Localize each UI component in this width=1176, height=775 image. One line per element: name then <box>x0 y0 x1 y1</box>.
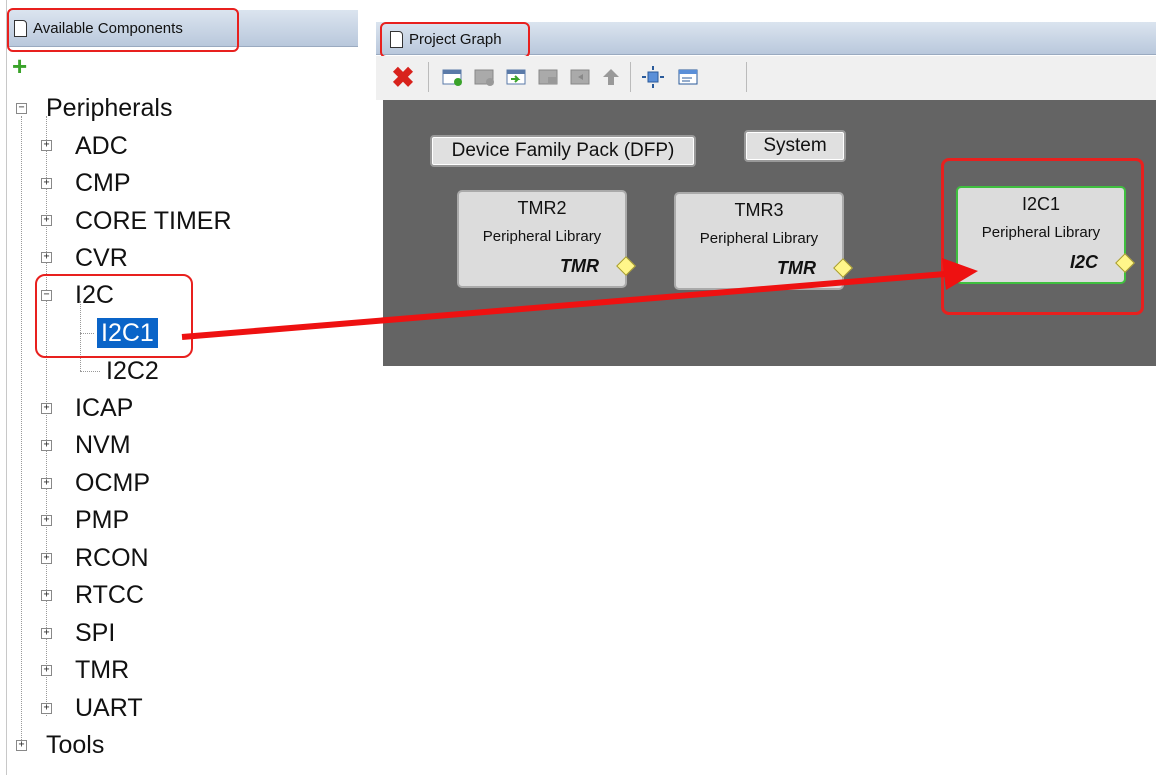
dfp-component[interactable]: Device Family Pack (DFP) <box>430 135 696 167</box>
plus-icon[interactable]: + <box>12 53 27 79</box>
toolbar-separator <box>630 62 631 92</box>
node-type: TMR <box>777 258 816 278</box>
graph-toolbar: ✖ <box>376 56 1156 100</box>
delete-icon[interactable]: ✖ <box>390 62 416 93</box>
expand-icon[interactable]: + <box>41 440 52 451</box>
tree-line <box>21 116 22 746</box>
tree-item-core-timer[interactable]: CORE TIMER <box>75 206 232 236</box>
tree-item-tools[interactable]: Tools <box>46 730 104 760</box>
export-icon[interactable] <box>536 64 562 90</box>
move-up-icon[interactable] <box>598 64 624 90</box>
expand-icon[interactable]: + <box>41 665 52 676</box>
expand-icon[interactable]: + <box>41 403 52 414</box>
tree-item-cmp[interactable]: CMP <box>75 168 131 198</box>
tree-item-adc[interactable]: ADC <box>75 131 128 161</box>
highlight-available-components <box>7 8 239 52</box>
node-subtitle: Peripheral Library <box>482 228 602 245</box>
tmr3-node[interactable]: TMR3 Peripheral Library TMR <box>674 192 844 290</box>
tree-item-icap[interactable]: ICAP <box>75 393 133 423</box>
highlight-i2c <box>35 274 193 358</box>
system-component[interactable]: System <box>744 130 846 162</box>
node-title: TMR3 <box>734 200 784 220</box>
tree-item-i2c2[interactable]: I2C2 <box>106 356 159 386</box>
tree-line <box>46 116 47 716</box>
toolbar-separator <box>746 62 747 92</box>
expand-icon[interactable]: + <box>41 252 52 263</box>
tree-item-tmr[interactable]: TMR <box>75 655 129 685</box>
expand-icon[interactable]: + <box>41 215 52 226</box>
toolbar-separator <box>428 62 429 92</box>
expand-icon[interactable]: + <box>41 703 52 714</box>
tree-item-spi[interactable]: SPI <box>75 618 115 648</box>
add-group-icon[interactable] <box>440 64 466 90</box>
collapse-icon[interactable]: − <box>16 103 27 114</box>
node-title: TMR2 <box>517 198 567 218</box>
import-icon[interactable] <box>504 64 530 90</box>
tree-item-ocmp[interactable]: OCMP <box>75 468 150 498</box>
move-out-icon[interactable] <box>568 64 594 90</box>
expand-icon[interactable]: + <box>41 553 52 564</box>
panel-border <box>6 0 7 775</box>
highlight-i2c1-node <box>941 158 1144 315</box>
expand-icon[interactable]: + <box>41 178 52 189</box>
tree-item-nvm[interactable]: NVM <box>75 430 131 460</box>
fit-view-icon[interactable] <box>640 64 666 90</box>
tmr2-node[interactable]: TMR2 Peripheral Library TMR <box>457 190 627 288</box>
tree-item-rtcc[interactable]: RTCC <box>75 580 144 610</box>
expand-icon[interactable]: + <box>41 628 52 639</box>
highlight-project-graph <box>380 22 530 58</box>
expand-icon[interactable]: + <box>16 740 27 751</box>
tree-line <box>80 371 100 372</box>
expand-icon[interactable]: + <box>41 478 52 489</box>
properties-icon[interactable] <box>676 64 702 90</box>
tree-item-pmp[interactable]: PMP <box>75 505 129 535</box>
tree-item-uart[interactable]: UART <box>75 693 143 723</box>
remove-group-icon[interactable] <box>472 64 498 90</box>
tree-item-rcon[interactable]: RCON <box>75 543 149 573</box>
expand-icon[interactable]: + <box>41 515 52 526</box>
tree-item-peripherals[interactable]: Peripherals <box>46 93 172 123</box>
expand-icon[interactable]: + <box>41 140 52 151</box>
tree-item-cvr[interactable]: CVR <box>75 243 128 273</box>
node-subtitle: Peripheral Library <box>699 230 819 247</box>
expand-icon[interactable]: + <box>41 590 52 601</box>
node-type: TMR <box>560 256 599 276</box>
